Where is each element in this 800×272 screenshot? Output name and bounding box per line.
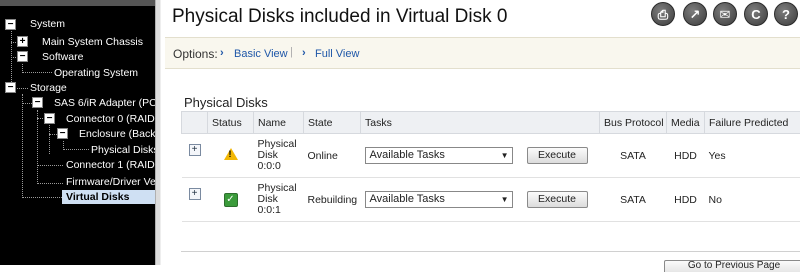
tree-item-connector-0[interactable]: Connector 0 (RAID) — [66, 112, 155, 126]
tree-item-label: Connector 0 (RAID) — [66, 112, 155, 126]
tree-item-sas-adapter[interactable]: SAS 6/iR Adapter (PCI — [54, 96, 155, 110]
refresh-icon[interactable]: C — [744, 2, 768, 26]
tree-item-label: SAS 6/iR Adapter (PCI — [54, 96, 155, 110]
page-title: Physical Disks included in Virtual Disk … — [172, 6, 507, 28]
table-row: + ✓ Physical Disk 0:0:1 Rebuilding Avail… — [182, 178, 800, 222]
tree-item-operating-system[interactable]: Operating System — [54, 66, 138, 80]
table-row: + ! Physical Disk 0:0:0 Online Available… — [182, 134, 800, 178]
tree-collapse-software[interactable]: − — [17, 51, 28, 62]
column-header[interactable]: State — [304, 112, 361, 134]
tree-item-label: Connector 1 (RAID) — [66, 158, 155, 172]
options-bar: Options: › Basic View | › Full View — [165, 37, 800, 69]
column-header[interactable]: Bus Protocol — [600, 112, 667, 134]
disk-state: Rebuilding — [304, 178, 361, 222]
printer-icon[interactable]: ⎙ — [651, 2, 675, 26]
tree-collapse-storage[interactable]: − — [5, 82, 16, 93]
dropdown-arrow-icon: ▼ — [501, 148, 509, 163]
tree-collapse-system[interactable]: − — [5, 19, 16, 30]
tree-top-bar — [0, 0, 155, 6]
help-icon[interactable]: ? — [774, 2, 798, 26]
bus-protocol: SATA — [600, 134, 667, 178]
column-header[interactable]: Name — [254, 112, 304, 134]
column-header — [182, 112, 208, 134]
tree-item-label: Physical Disks — [91, 143, 155, 157]
tree-item-label: Firmware/Driver Ver — [66, 175, 155, 189]
execute-button[interactable]: Execute — [527, 147, 588, 164]
expand-row-button[interactable]: + — [189, 144, 201, 156]
expand-row-button[interactable]: + — [189, 188, 201, 200]
column-header[interactable]: Status — [208, 112, 254, 134]
table-header-row: Status Name State Tasks Bus Protocol Med… — [182, 112, 800, 134]
tree-item-enclosure[interactable]: Enclosure (Backp — [79, 127, 155, 141]
tree-item-connector-1[interactable]: Connector 1 (RAID) — [66, 158, 155, 172]
options-separator: | — [290, 46, 293, 58]
export-icon[interactable]: ↗ — [683, 2, 707, 26]
check-icon: ✓ — [224, 193, 238, 207]
chevron-right-icon: › — [220, 47, 224, 59]
media-type: HDD — [667, 178, 705, 222]
execute-button[interactable]: Execute — [527, 191, 588, 208]
disk-name: Physical Disk 0:0:1 — [254, 178, 304, 222]
go-to-previous-page-button[interactable]: Go to Previous Page — [664, 260, 800, 272]
tree-item-physical-disks[interactable]: Physical Disks — [91, 143, 155, 157]
navigation-tree: − + − − − − − System Main System Chassis… — [0, 0, 155, 265]
media-type: HDD — [667, 134, 705, 178]
tree-item-label: Virtual Disks — [66, 190, 129, 204]
section-title: Physical Disks — [184, 95, 268, 110]
tree-item-firmware-driver[interactable]: Firmware/Driver Ver — [66, 175, 155, 189]
tasks-dropdown-value: Available Tasks — [370, 149, 445, 161]
column-header[interactable]: Tasks — [361, 112, 600, 134]
basic-view-link[interactable]: Basic View — [234, 48, 288, 60]
disk-name: Physical Disk 0:0:0 — [254, 134, 304, 178]
chevron-right-icon: › — [302, 47, 306, 59]
failure-predicted: No — [705, 178, 800, 222]
column-header[interactable]: Failure Predicted — [705, 112, 800, 134]
full-view-link[interactable]: Full View — [315, 48, 359, 60]
tree-item-label: Storage — [30, 81, 67, 95]
section-divider — [181, 251, 800, 252]
tree-item-virtual-disks[interactable]: Virtual Disks — [62, 190, 155, 204]
physical-disks-table: Status Name State Tasks Bus Protocol Med… — [181, 111, 800, 222]
tree-item-software[interactable]: Software — [42, 50, 83, 64]
options-label: Options: — [173, 47, 218, 61]
bus-protocol: SATA — [600, 178, 667, 222]
tasks-dropdown-value: Available Tasks — [370, 193, 445, 205]
tree-collapse-enclosure[interactable]: − — [57, 128, 68, 139]
warning-icon: ! — [224, 148, 238, 160]
tree-item-main-system-chassis[interactable]: Main System Chassis — [42, 35, 143, 49]
tree-item-label: Enclosure (Backp — [79, 127, 155, 141]
tasks-dropdown[interactable]: Available Tasks ▼ — [365, 191, 513, 208]
tasks-dropdown[interactable]: Available Tasks ▼ — [365, 147, 513, 164]
tree-item-storage[interactable]: Storage — [30, 81, 67, 95]
column-header[interactable]: Media — [667, 112, 705, 134]
failure-predicted: Yes — [705, 134, 800, 178]
disk-state: Online — [304, 134, 361, 178]
tree-item-label: System — [30, 17, 65, 31]
tree-collapse-sas-adapter[interactable]: − — [32, 97, 43, 108]
tree-item-label: Main System Chassis — [42, 35, 143, 49]
tree-item-label: Software — [42, 50, 83, 64]
tree-item-system[interactable]: System — [30, 17, 65, 31]
dropdown-arrow-icon: ▼ — [501, 192, 509, 207]
tree-collapse-connector-0[interactable]: − — [44, 113, 55, 124]
tree-item-label: Operating System — [54, 66, 138, 80]
tree-expand-main-system-chassis[interactable]: + — [17, 36, 28, 47]
main-content: Physical Disks included in Virtual Disk … — [161, 0, 800, 265]
email-icon[interactable]: ✉ — [713, 2, 737, 26]
